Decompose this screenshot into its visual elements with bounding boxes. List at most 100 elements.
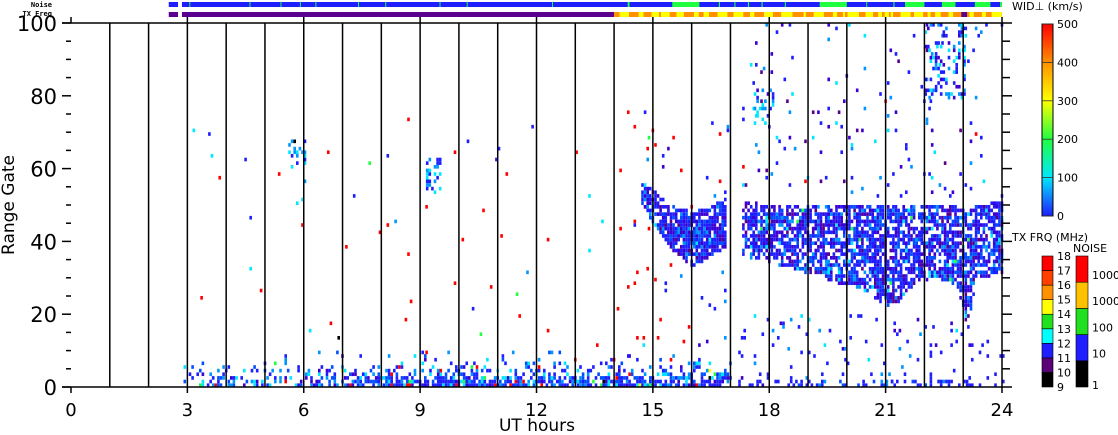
echo-cell [943,223,947,227]
echo-cell [894,241,898,246]
echo-cell [677,219,680,224]
echo-cell [837,263,841,267]
echo-cell [374,376,378,380]
echo-cell [656,212,660,216]
echo-cell [912,205,916,209]
echo-cell [667,237,670,242]
echo-cell [687,376,691,380]
echo-cell [943,270,947,275]
echo-cell [674,215,678,220]
echo-cell [912,259,916,264]
echo-cell [874,263,877,267]
echo-cell [354,372,357,377]
echo-cell [987,274,991,278]
echo-cell [980,274,983,278]
echo-cell [879,245,882,249]
echo-cell [861,259,864,264]
echo-cell [791,212,794,216]
echo-cell [964,281,968,286]
echo-cell [892,212,895,216]
echo-cell [958,92,961,96]
echo-cell [870,372,873,377]
txfreq-status-bar [168,12,179,17]
echo-cell [863,277,867,282]
echo-cell [425,175,429,180]
echo-cell [813,354,816,358]
echo-cell [773,223,776,227]
txfreq-status-segment [660,12,670,17]
echo-cell [504,376,507,380]
echo-cell [713,379,717,384]
echo-cell [964,288,968,293]
echo-cell [930,263,934,267]
echo-cell [633,124,637,129]
echo-cell [879,175,882,180]
echo-cell [871,241,874,246]
txfreq-status-segment [754,12,765,17]
echo-cell [630,368,634,373]
echo-cell [868,256,872,260]
echo-cell [642,336,646,340]
echo-cell [700,379,704,384]
echo-cell [930,92,934,96]
echo-cell [929,77,933,82]
echo-cell [946,277,949,282]
echo-cell [875,317,878,322]
echo-cell [837,215,841,220]
noise-status-segment [718,2,720,7]
echo-cell [649,208,652,213]
echo-cell [546,237,550,242]
echo-cell [356,379,360,384]
echo-cell [628,379,631,384]
echo-cell [912,208,916,213]
echo-cell [809,215,812,220]
echo-cell [929,379,933,384]
echo-cell [788,237,792,242]
echo-cell [700,230,704,235]
noise-status-segment [974,2,991,7]
echo-cell [698,223,701,227]
echo-cell [760,223,763,227]
echo-cell [874,226,877,231]
echo-cell [858,234,862,238]
echo-cell [377,379,381,384]
echo-cell [853,212,856,216]
echo-cell [672,245,675,249]
echo-cell [992,266,996,271]
echo-cell [969,234,973,238]
echo-cell [964,33,968,38]
echo-cell [972,274,975,278]
echo-cell [907,266,911,271]
echo-cell [654,379,657,384]
echo-cell [753,121,757,125]
echo-cell [232,376,236,380]
echo-cell [817,245,820,249]
echo-cell [674,241,678,246]
echo-cell [431,379,435,384]
echo-cell [775,252,779,256]
echo-cell [455,368,458,373]
echo-cell [946,274,949,278]
echo-cell [899,230,903,235]
echo-cell [954,248,957,253]
echo-cell [677,230,680,235]
echo-cell [937,74,940,78]
echo-cell [897,270,900,275]
echo-cell [830,270,833,275]
echo-cell [943,226,947,231]
echo-cell [793,259,797,264]
echo-cell [740,336,744,340]
echo-cell [698,237,701,242]
echo-cell [483,365,487,369]
echo-cell [858,285,862,289]
echo-cell [771,99,775,104]
echo-cell [394,219,397,224]
echo-cell [677,248,680,253]
echo-cell [227,365,231,369]
echo-cell [698,234,701,238]
echo-cell [905,266,908,271]
echo-cell [436,175,439,180]
echo-cell [721,215,724,220]
echo-cell [937,55,940,60]
echo-cell [424,376,427,380]
